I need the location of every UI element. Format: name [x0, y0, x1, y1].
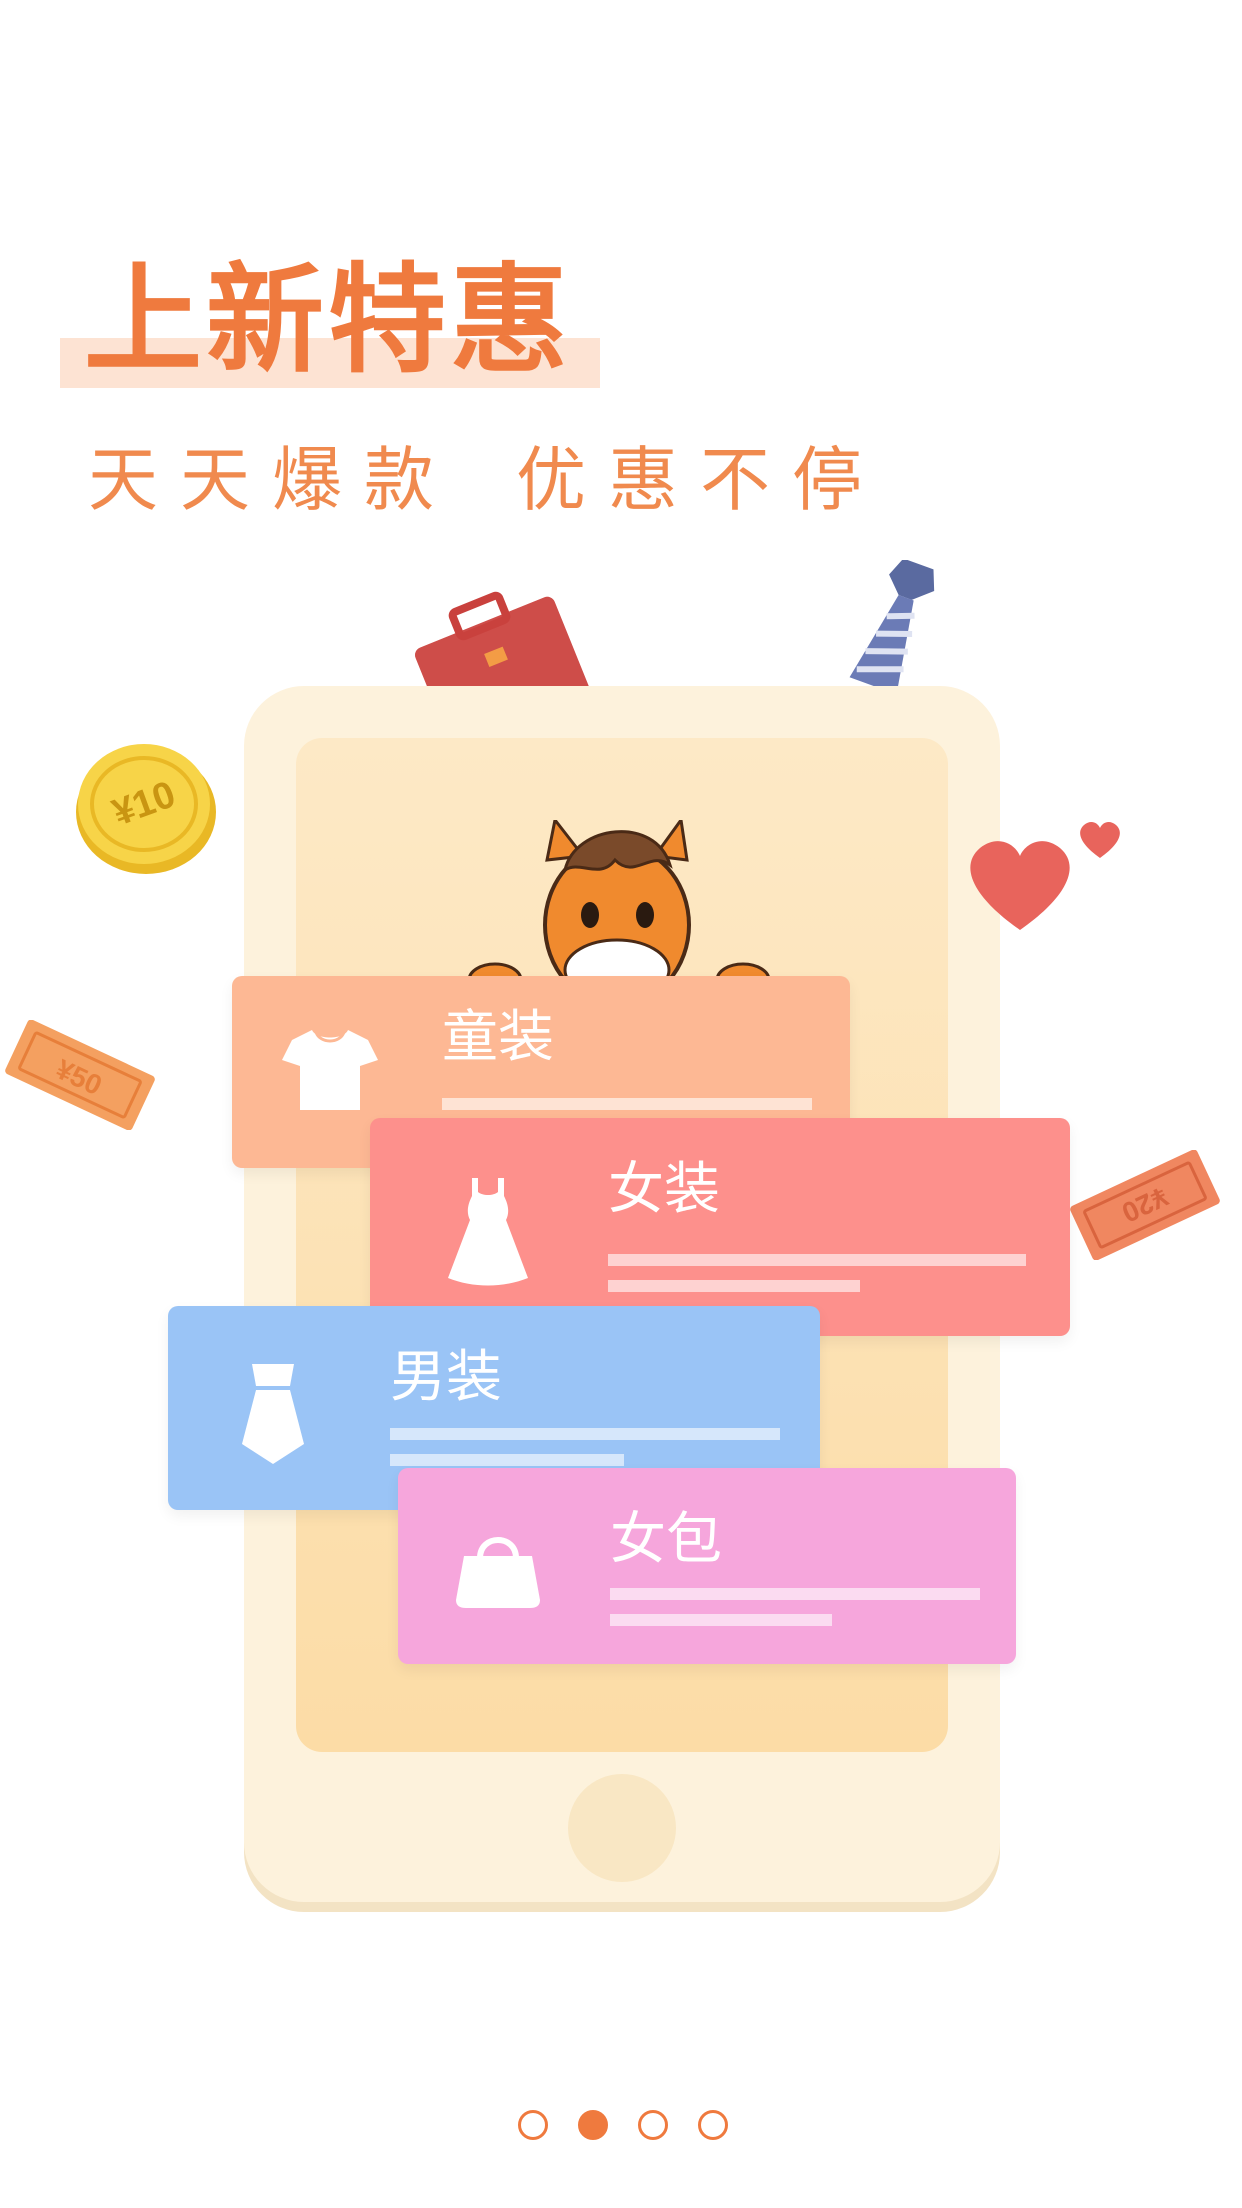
placeholder-line: [442, 1098, 812, 1110]
title-block: 上新特惠: [60, 250, 600, 390]
placeholder-line: [610, 1588, 980, 1600]
subtitle-part-2: 优惠不停: [516, 439, 884, 521]
page-dot-1[interactable]: [518, 2110, 548, 2140]
category-label-men: 男装: [390, 1345, 502, 1410]
dress-icon: [448, 1178, 528, 1286]
coin-icon: ¥10: [76, 744, 216, 874]
tshirt-icon: [282, 1030, 378, 1110]
page-indicator: [518, 2110, 728, 2140]
page-dot-4[interactable]: [698, 2110, 728, 2140]
briefcase-icon: [415, 591, 591, 690]
category-card-women[interactable]: 女装: [370, 1118, 1070, 1336]
category-card-bags[interactable]: 女包: [398, 1468, 1016, 1664]
phone-home-button: [568, 1774, 676, 1882]
placeholder-line: [608, 1254, 1026, 1266]
page-dot-3[interactable]: [638, 2110, 668, 2140]
necktie-icon: [849, 560, 935, 690]
category-label-bags: 女包: [610, 1507, 722, 1572]
hearts-icon: [970, 821, 1120, 930]
placeholder-line: [390, 1428, 780, 1440]
placeholder-line: [610, 1614, 832, 1626]
tie-icon: [242, 1364, 304, 1464]
coupon-icon: ¥50: [5, 1020, 155, 1130]
category-label-women: 女装: [608, 1157, 720, 1222]
category-label-kids: 童装: [442, 1005, 554, 1070]
coupon-icon: ¥20: [1070, 1150, 1220, 1260]
subtitle-part-1: 天天爆款: [88, 439, 456, 521]
page-subtitle: 天天爆款 优惠不停: [88, 440, 884, 520]
handbag-icon: [456, 1537, 540, 1608]
page-dot-2-active[interactable]: [578, 2110, 608, 2140]
placeholder-line: [390, 1454, 624, 1466]
placeholder-line: [608, 1280, 860, 1292]
horse-mascot-icon: [467, 820, 771, 985]
page-title: 上新特惠: [84, 251, 573, 389]
